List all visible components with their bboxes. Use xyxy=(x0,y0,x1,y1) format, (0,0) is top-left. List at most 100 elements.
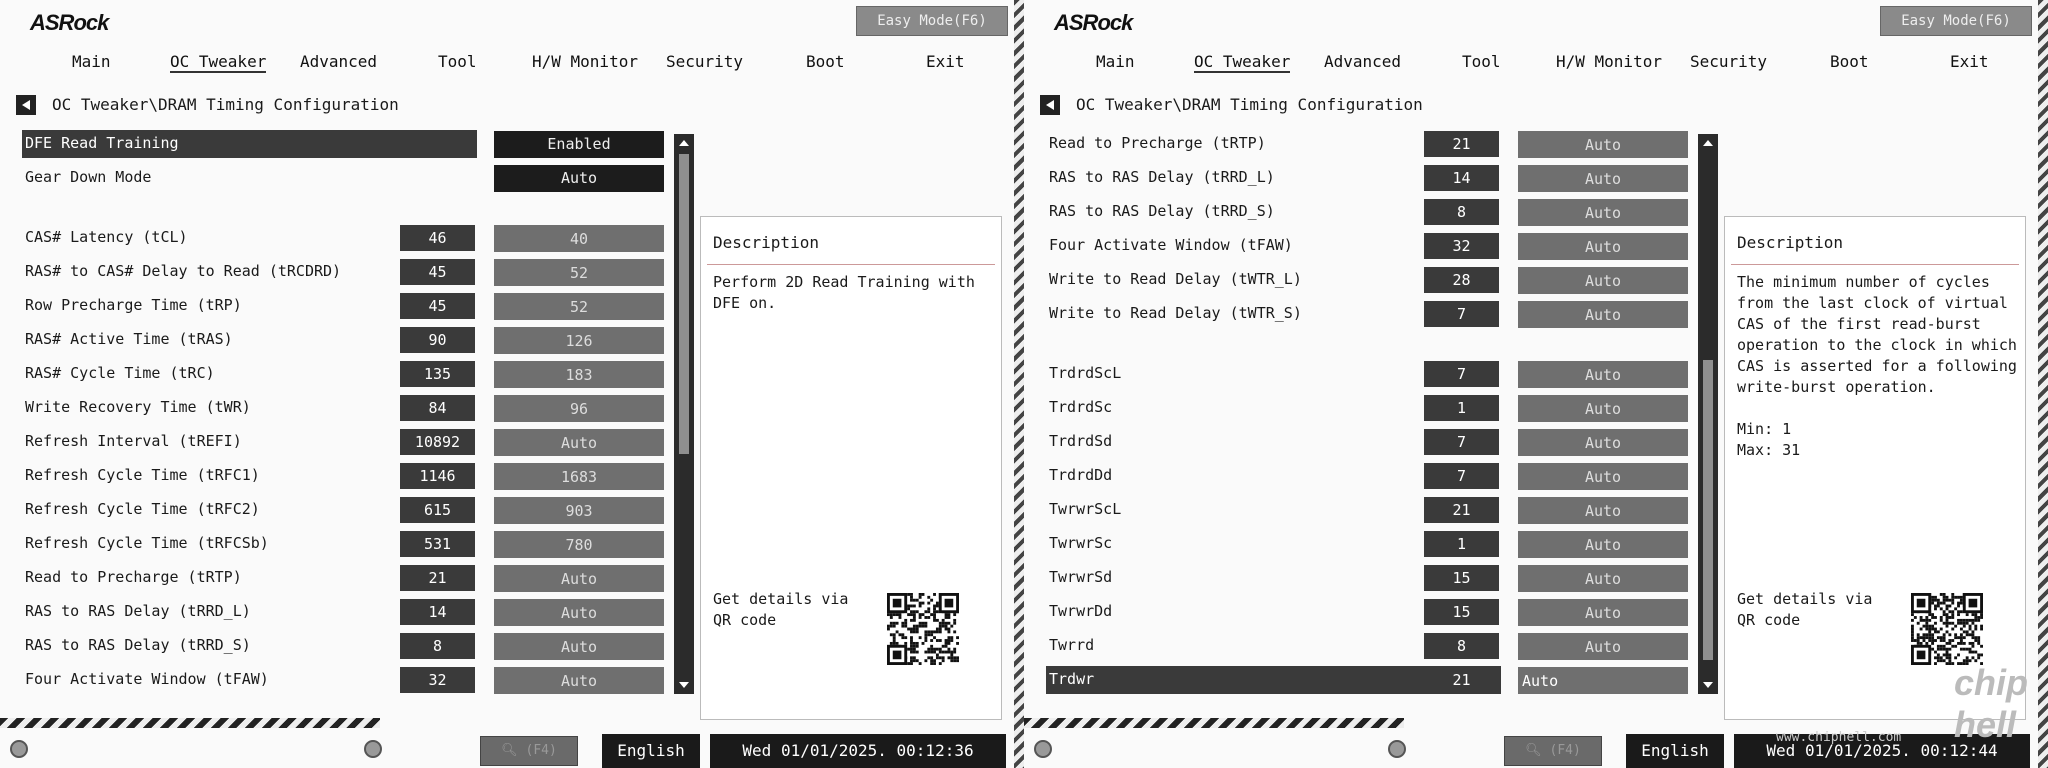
tab-main[interactable]: Main xyxy=(72,52,111,71)
setting-row[interactable]: Gear Down Mode Auto xyxy=(22,164,672,192)
value-selector[interactable]: Auto xyxy=(494,599,664,626)
value-selector[interactable]: Auto xyxy=(494,165,664,192)
value-input[interactable]: Auto xyxy=(1518,667,1688,694)
tab-boot[interactable]: Boot xyxy=(1830,52,1869,71)
setting-row[interactable]: Read to Precharge (tRTP) 21 Auto xyxy=(1046,130,1696,158)
screw-icon xyxy=(1388,740,1406,758)
value-selector[interactable]: Auto xyxy=(1518,497,1688,524)
tab-oc-tweaker[interactable]: OC Tweaker xyxy=(1194,52,1291,73)
value-selector[interactable]: Auto xyxy=(1518,599,1688,626)
value-selector[interactable]: Auto xyxy=(1518,301,1688,328)
setting-row[interactable]: Trdwr 21 Auto xyxy=(1046,666,1696,694)
value-selector[interactable]: Auto xyxy=(1518,463,1688,490)
current-value: 7 xyxy=(1424,301,1499,327)
scroll-up-icon[interactable] xyxy=(679,140,689,146)
setting-row[interactable]: Refresh Cycle Time (tRFC1) 1146 1683 xyxy=(22,462,672,490)
setting-row[interactable]: Refresh Interval (tREFI) 10892 Auto xyxy=(22,428,672,456)
value-selector[interactable]: Enabled xyxy=(494,131,664,158)
scroll-down-icon[interactable] xyxy=(679,682,689,688)
search-button[interactable]: 🔍︎ (F4) xyxy=(1504,736,1602,766)
tab-oc-tweaker[interactable]: OC Tweaker xyxy=(170,52,267,73)
setting-row[interactable]: RAS# Cycle Time (tRC) 135 183 xyxy=(22,360,672,388)
tab-advanced[interactable]: Advanced xyxy=(1324,52,1401,71)
setting-row[interactable]: RAS to RAS Delay (tRRD_S) 8 Auto xyxy=(1046,198,1696,226)
value-selector[interactable]: Auto xyxy=(1518,395,1688,422)
value-selector[interactable]: Auto xyxy=(1518,633,1688,660)
setting-row[interactable]: Refresh Cycle Time (tRFCSb) 531 780 xyxy=(22,530,672,558)
setting-row[interactable]: Write to Read Delay (tWTR_L) 28 Auto xyxy=(1046,266,1696,294)
language-selector[interactable]: English xyxy=(1626,734,1724,768)
description-divider xyxy=(707,264,995,265)
value-selector[interactable]: Auto xyxy=(1518,199,1688,226)
setting-row[interactable]: TwrwrDd 15 Auto xyxy=(1046,598,1696,626)
setting-row[interactable]: RAS# Active Time (tRAS) 90 126 xyxy=(22,326,672,354)
setting-row[interactable]: TrdrdScL 7 Auto xyxy=(1046,360,1696,388)
tab-boot[interactable]: Boot xyxy=(806,52,845,71)
back-arrow-icon[interactable] xyxy=(1040,95,1060,115)
back-arrow-icon[interactable] xyxy=(16,95,36,115)
tab-security[interactable]: Security xyxy=(1690,52,1767,71)
value-selector[interactable]: Auto xyxy=(1518,131,1688,158)
setting-row[interactable]: TrdrdDd 7 Auto xyxy=(1046,462,1696,490)
setting-row[interactable]: RAS to RAS Delay (tRRD_S) 8 Auto xyxy=(22,632,672,660)
setting-row[interactable]: TwrwrScL 21 Auto xyxy=(1046,496,1696,524)
tab-main[interactable]: Main xyxy=(1096,52,1135,71)
setting-row[interactable]: TrdrdSd 7 Auto xyxy=(1046,428,1696,456)
tab-hw-monitor[interactable]: H/W Monitor xyxy=(532,52,638,71)
easy-mode-button[interactable]: Easy Mode(F6) xyxy=(1880,6,2032,36)
setting-row[interactable]: Four Activate Window (tFAW) 32 Auto xyxy=(1046,232,1696,260)
setting-row[interactable]: TrdrdSc 1 Auto xyxy=(1046,394,1696,422)
value-selector[interactable]: Auto xyxy=(494,633,664,660)
value-selector[interactable]: 780 xyxy=(494,531,664,558)
scrollbar[interactable] xyxy=(1698,134,1718,694)
setting-row[interactable]: Row Precharge Time (tRP) 45 52 xyxy=(22,292,672,320)
watermark-logo: chip hell xyxy=(1954,662,2029,745)
value-selector[interactable]: Auto xyxy=(1518,531,1688,558)
scroll-down-icon[interactable] xyxy=(1703,682,1713,688)
value-selector[interactable]: Auto xyxy=(1518,565,1688,592)
setting-row[interactable]: RAS to RAS Delay (tRRD_L) 14 Auto xyxy=(22,598,672,626)
value-selector[interactable]: 52 xyxy=(494,259,664,286)
value-selector[interactable]: 40 xyxy=(494,225,664,252)
value-selector[interactable]: Auto xyxy=(494,565,664,592)
value-selector[interactable]: Auto xyxy=(1518,165,1688,192)
scroll-up-icon[interactable] xyxy=(1703,140,1713,146)
setting-row[interactable]: RAS to RAS Delay (tRRD_L) 14 Auto xyxy=(1046,164,1696,192)
value-selector[interactable]: Auto xyxy=(1518,233,1688,260)
tab-advanced[interactable]: Advanced xyxy=(300,52,377,71)
scrollbar[interactable] xyxy=(674,134,694,694)
tab-security[interactable]: Security xyxy=(666,52,743,71)
setting-row[interactable]: Refresh Cycle Time (tRFC2) 615 903 xyxy=(22,496,672,524)
setting-row[interactable]: DFE Read Training Enabled xyxy=(22,130,672,158)
value-selector[interactable]: 52 xyxy=(494,293,664,320)
value-selector[interactable]: Auto xyxy=(1518,267,1688,294)
value-selector[interactable]: 126 xyxy=(494,327,664,354)
value-selector[interactable]: Auto xyxy=(1518,429,1688,456)
language-selector[interactable]: English xyxy=(602,734,700,768)
setting-row[interactable]: TwrwrSc 1 Auto xyxy=(1046,530,1696,558)
setting-row[interactable]: CAS# Latency (tCL) 46 40 xyxy=(22,224,672,252)
search-button[interactable]: 🔍︎ (F4) xyxy=(480,736,578,766)
setting-row[interactable]: RAS# to CAS# Delay to Read (tRCDRD) 45 52 xyxy=(22,258,672,286)
setting-row[interactable]: TwrwrSd 15 Auto xyxy=(1046,564,1696,592)
tab-tool[interactable]: Tool xyxy=(1462,52,1501,71)
setting-row[interactable]: Write Recovery Time (tWR) 84 96 xyxy=(22,394,672,422)
value-selector[interactable]: 1683 xyxy=(494,463,664,490)
value-selector[interactable]: 903 xyxy=(494,497,664,524)
tab-hw-monitor[interactable]: H/W Monitor xyxy=(1556,52,1662,71)
tab-exit[interactable]: Exit xyxy=(1950,52,1989,71)
value-selector[interactable]: 183 xyxy=(494,361,664,388)
value-selector[interactable]: Auto xyxy=(494,667,664,694)
value-selector[interactable]: Auto xyxy=(1518,361,1688,388)
setting-row[interactable]: Twrrd 8 Auto xyxy=(1046,632,1696,660)
setting-row[interactable]: Four Activate Window (tFAW) 32 Auto xyxy=(22,666,672,694)
value-selector[interactable]: Auto xyxy=(494,429,664,456)
tab-exit[interactable]: Exit xyxy=(926,52,965,71)
setting-row[interactable]: Write to Read Delay (tWTR_S) 7 Auto xyxy=(1046,300,1696,328)
scroll-thumb[interactable] xyxy=(679,154,689,454)
value-selector[interactable]: 96 xyxy=(494,395,664,422)
scroll-thumb[interactable] xyxy=(1703,360,1713,660)
setting-row[interactable]: Read to Precharge (tRTP) 21 Auto xyxy=(22,564,672,592)
easy-mode-button[interactable]: Easy Mode(F6) xyxy=(856,6,1008,36)
tab-tool[interactable]: Tool xyxy=(438,52,477,71)
